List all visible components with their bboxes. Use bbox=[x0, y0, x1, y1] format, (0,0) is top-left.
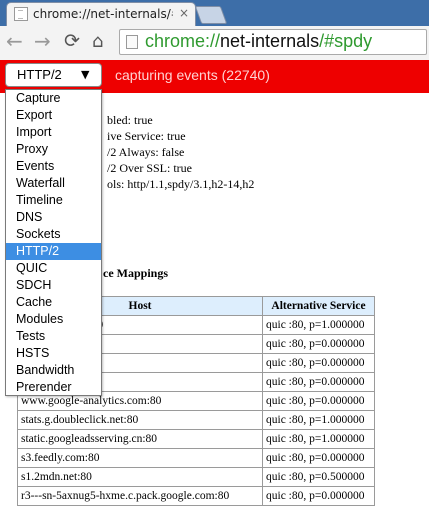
url-text[interactable]: chrome://net-internals/#spdy bbox=[145, 31, 372, 52]
table-row: s1.2mdn.net:80 quic :80, p=0.500000 bbox=[17, 467, 375, 487]
alt-service-cell: quic :80, p=0.000000 bbox=[262, 334, 375, 354]
alt-service-cell: quic :80, p=0.000000 bbox=[262, 372, 375, 392]
section-heading: ce Mappings bbox=[103, 266, 169, 280]
alt-service-cell: quic :80, p=1.000000 bbox=[262, 315, 375, 335]
chevron-down-icon: ▼ bbox=[81, 68, 90, 81]
table-row: s3.feedly.com:80 quic :80, p=0.000000 bbox=[17, 448, 375, 468]
host-cell: r3---sn-5axnug5-hxme.c.pack.google.com:8… bbox=[17, 486, 263, 506]
host-cell: stats.g.doubleclick.net:80 bbox=[17, 410, 263, 430]
dropdown-item-sockets[interactable]: Sockets bbox=[6, 226, 101, 243]
page-icon bbox=[126, 35, 138, 49]
new-tab-button[interactable] bbox=[194, 6, 228, 24]
dropdown-item-export[interactable]: Export bbox=[6, 107, 101, 124]
view-select-value: HTTP/2 bbox=[17, 67, 62, 82]
page-favicon-icon bbox=[14, 7, 28, 21]
alt-service-cell: quic :80, p=1.000000 bbox=[262, 410, 375, 430]
address-bar[interactable]: chrome://net-internals/#spdy bbox=[119, 29, 427, 55]
table-row: static.googleadsserving.cn:80 quic :80, p… bbox=[17, 429, 375, 449]
info-line: ols: http/1.1,spdy/3.1,h2-14,h2 bbox=[107, 177, 255, 191]
tab-strip: chrome://net-internals/# × bbox=[0, 0, 429, 26]
alt-service-cell: quic :80, p=0.000000 bbox=[262, 391, 375, 411]
alt-service-cell: quic :80, p=0.500000 bbox=[262, 467, 375, 487]
url-host: net-internals bbox=[220, 31, 320, 51]
tab-title: chrome://net-internals/# bbox=[33, 7, 173, 21]
browser-toolbar: ← → ⟳ ⌂ chrome://net-internals/#spdy bbox=[0, 26, 429, 61]
dropdown-item-cache[interactable]: Cache bbox=[6, 294, 101, 311]
table-row: stats.g.doubleclick.net:80 quic :80, p=1.… bbox=[17, 410, 375, 430]
alt-service-cell: quic :80, p=0.000000 bbox=[262, 353, 375, 373]
column-header-alt-service: Alternative Service bbox=[262, 296, 375, 316]
forward-arrow-icon[interactable]: → bbox=[34, 30, 51, 52]
dropdown-item-tests[interactable]: Tests bbox=[6, 328, 101, 345]
view-select[interactable]: HTTP/2 ▼ bbox=[5, 63, 102, 87]
tab-close-icon[interactable]: × bbox=[179, 6, 189, 20]
back-arrow-icon[interactable]: ← bbox=[6, 30, 23, 52]
dropdown-item-timeline[interactable]: Timeline bbox=[6, 192, 101, 209]
url-scheme: chrome:// bbox=[145, 31, 221, 51]
capture-status: capturing events (22740) bbox=[115, 67, 270, 83]
dropdown-item-quic[interactable]: QUIC bbox=[6, 260, 101, 277]
info-line: bled: true bbox=[107, 113, 153, 127]
dropdown-item-modules[interactable]: Modules bbox=[6, 311, 101, 328]
dropdown-item-http2[interactable]: HTTP/2 bbox=[6, 243, 101, 260]
info-line: /2 Always: false bbox=[107, 145, 185, 159]
dropdown-item-hsts[interactable]: HSTS bbox=[6, 345, 101, 362]
dropdown-item-proxy[interactable]: Proxy bbox=[6, 141, 101, 158]
dropdown-item-import[interactable]: Import bbox=[6, 124, 101, 141]
reload-icon[interactable]: ⟳ bbox=[64, 30, 80, 52]
dropdown-item-prerender[interactable]: Prerender bbox=[6, 379, 101, 395]
alt-service-cell: quic :80, p=1.000000 bbox=[262, 429, 375, 449]
dropdown-item-events[interactable]: Events bbox=[6, 158, 101, 175]
alt-service-cell: quic :80, p=0.000000 bbox=[262, 448, 375, 468]
browser-tab[interactable]: chrome://net-internals/# × bbox=[6, 2, 196, 26]
alt-service-cell: quic :80, p=0.000000 bbox=[262, 486, 375, 506]
info-line: ive Service: true bbox=[107, 129, 186, 143]
host-cell: s1.2mdn.net:80 bbox=[17, 467, 263, 487]
dropdown-item-waterfall[interactable]: Waterfall bbox=[6, 175, 101, 192]
dropdown-item-dns[interactable]: DNS bbox=[6, 209, 101, 226]
host-cell: static.googleadsserving.cn:80 bbox=[17, 429, 263, 449]
info-line: /2 Over SSL: true bbox=[107, 161, 192, 175]
home-icon[interactable]: ⌂ bbox=[92, 31, 103, 53]
host-cell: s3.feedly.com:80 bbox=[17, 448, 263, 468]
dropdown-item-sdch[interactable]: SDCH bbox=[6, 277, 101, 294]
dropdown-item-bandwidth[interactable]: Bandwidth bbox=[6, 362, 101, 379]
view-dropdown-list[interactable]: Capture Export Import Proxy Events Water… bbox=[5, 89, 102, 396]
table-row: r3---sn-5axnug5-hxme.c.pack.google.com:8… bbox=[17, 486, 375, 506]
url-fragment: /#spdy bbox=[319, 31, 373, 51]
dropdown-item-capture[interactable]: Capture bbox=[6, 90, 101, 107]
